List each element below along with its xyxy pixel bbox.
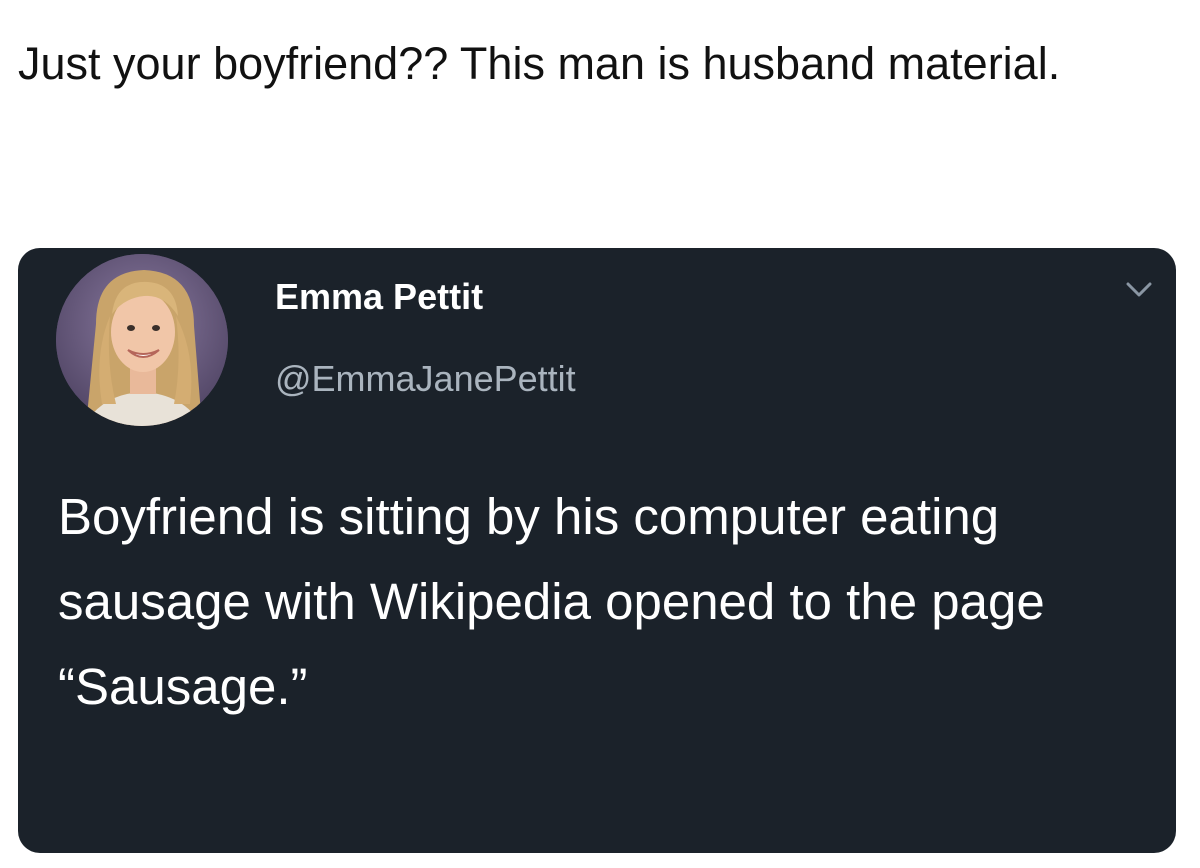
post-caption: Just your boyfriend?? This man is husban… [18,38,1061,89]
chevron-down-icon [1126,282,1152,297]
profile-photo-icon [56,254,228,426]
tweet-text: Boyfriend is sitting by his computer eat… [58,488,1045,715]
author-handle[interactable]: @EmmaJanePettit [275,358,576,400]
author-name[interactable]: Emma Pettit [275,276,483,318]
avatar[interactable] [56,254,228,426]
tweet-menu-button[interactable] [1124,278,1154,302]
embedded-tweet-card: Emma Pettit @EmmaJanePettit Boyfriend is… [18,248,1176,853]
